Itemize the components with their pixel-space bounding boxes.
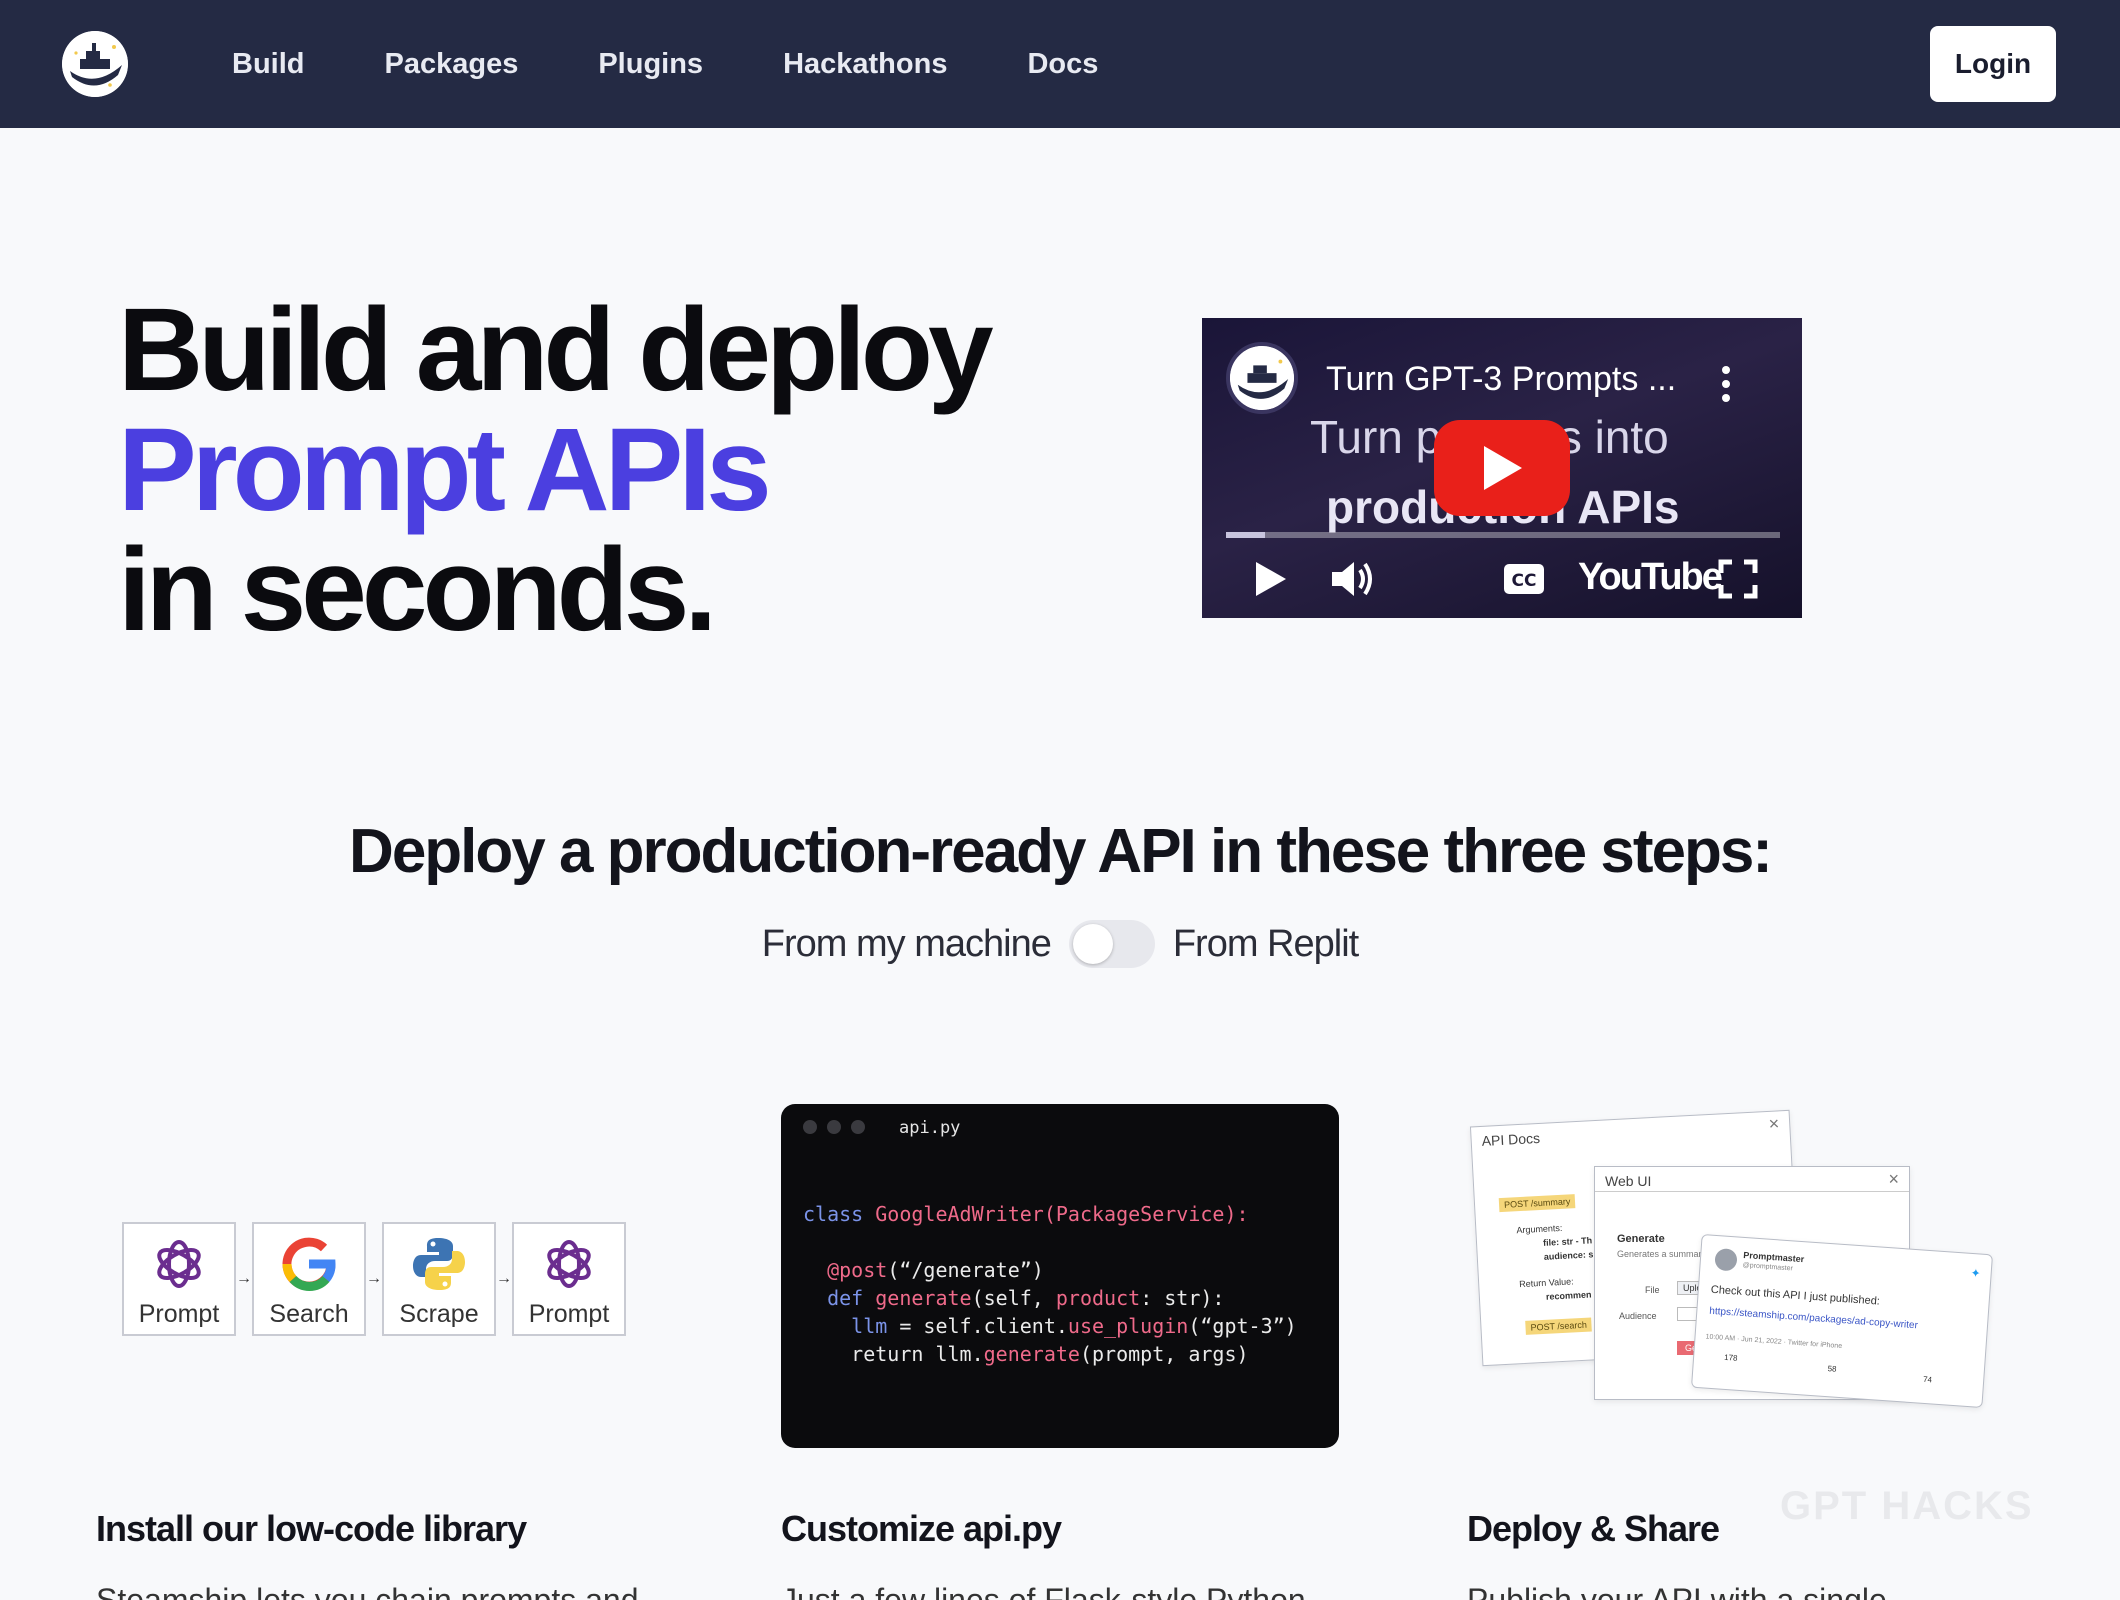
step-2-title: Customize api.py: [781, 1508, 1062, 1549]
chain-card-label: Scrape: [399, 1300, 479, 1328]
arrow-right-icon: →: [236, 1270, 252, 1287]
top-nav: Build Packages Plugins Hackathons Docs L…: [0, 0, 2120, 128]
channel-avatar-icon[interactable]: [1226, 342, 1298, 414]
code-filename: api.py: [899, 1118, 961, 1138]
youtube-play-button[interactable]: [1434, 420, 1570, 516]
web-ui-label: Audience: [1619, 1311, 1657, 1321]
tweet-handle: @promptmaster: [1742, 1261, 1794, 1273]
docs-text: Arguments:: [1516, 1222, 1563, 1236]
volume-icon[interactable]: [1330, 554, 1376, 604]
closed-captions-icon[interactable]: CC: [1502, 554, 1546, 604]
hero: Build and deploy Prompt APIs in seconds.: [118, 290, 1078, 650]
tweet-count: 58: [1827, 1364, 1837, 1374]
login-button[interactable]: Login: [1930, 26, 2056, 102]
docs-text: file: str - Th: [1542, 1235, 1593, 1248]
source-toggle-row: From my machine From Replit: [0, 920, 2120, 968]
chain-card-prompt-1: Prompt: [122, 1222, 236, 1336]
chain-card-label: Prompt: [528, 1300, 610, 1328]
video-title[interactable]: Turn GPT-3 Prompts ...: [1326, 360, 1676, 399]
hero-line-2: Prompt APIs: [118, 404, 772, 536]
close-icon: ×: [1768, 1113, 1780, 1134]
steps-heading: Deploy a production-ready API in these t…: [349, 817, 1773, 886]
chain-card-label: Search: [269, 1300, 349, 1328]
fullscreen-icon[interactable]: [1718, 554, 1758, 604]
chain-card-search: Search: [252, 1222, 366, 1336]
step-1-text: Steamship lets you chain prompts and: [96, 1582, 639, 1600]
twitter-bird-icon: ✦: [1970, 1265, 1982, 1281]
video-progress-bar[interactable]: [1226, 532, 1780, 538]
endpoint-tag: POST /search: [1525, 1317, 1593, 1335]
step-3-title: Deploy & Share: [1467, 1508, 1720, 1549]
tweet-count: 178: [1723, 1352, 1738, 1363]
toggle-knob: [1072, 924, 1113, 964]
docs-text: recommen: [1545, 1289, 1592, 1302]
nav-link-build[interactable]: Build: [232, 48, 305, 81]
chain-card-prompt-2: Prompt: [512, 1222, 626, 1336]
web-ui-heading: Generate: [1617, 1233, 1665, 1245]
code-window: api.py class GoogleAdWriter(PackageServi…: [781, 1104, 1339, 1448]
web-ui-label: File: [1645, 1285, 1660, 1295]
tweet-count: 74: [1922, 1374, 1933, 1385]
play-triangle-icon: [1484, 446, 1522, 490]
docs-text: Return Value:: [1518, 1276, 1574, 1290]
openai-icon: [157, 1240, 201, 1288]
nav-link-docs[interactable]: Docs: [1027, 48, 1098, 81]
nav-link-plugins[interactable]: Plugins: [598, 48, 703, 81]
watermark: GPT HACKS: [1780, 1484, 2034, 1528]
steamship-logo-icon[interactable]: [62, 31, 128, 97]
video-progress-fill: [1226, 532, 1265, 538]
docs-text: audience: s: [1543, 1249, 1594, 1262]
tweet-link: https://steamship.com/packages/ad-copy-w…: [1708, 1305, 1919, 1332]
avatar: [1714, 1248, 1738, 1272]
youtube-brand[interactable]: YouTube: [1578, 556, 1723, 599]
chain-card-scrape: Scrape: [382, 1222, 496, 1336]
tweet-card: Promptmaster @promptmaster ✦ Check out t…: [1690, 1234, 1994, 1408]
toggle-label-machine[interactable]: From my machine: [762, 923, 1052, 966]
chain-card-label: Prompt: [138, 1300, 220, 1328]
youtube-video-embed[interactable]: Turn prompts into production APIs Turn G…: [1202, 318, 1802, 618]
arrow-right-icon: →: [496, 1270, 512, 1287]
web-ui-title: Web UI: [1605, 1173, 1652, 1189]
source-toggle-switch[interactable]: [1068, 920, 1155, 968]
play-icon[interactable]: [1254, 554, 1288, 604]
more-options-icon[interactable]: [1722, 366, 1732, 406]
arrow-right-icon: →: [366, 1270, 382, 1287]
hero-line-3: in seconds.: [118, 524, 717, 656]
python-icon: [413, 1238, 465, 1290]
close-icon: ×: [1888, 1169, 1899, 1189]
toggle-label-replit[interactable]: From Replit: [1173, 923, 1359, 966]
tweet-meta: 10:00 AM · Jun 21, 2022 · Twitter for iP…: [1705, 1333, 1843, 1351]
hero-line-1: Build and deploy: [118, 284, 994, 416]
prompt-chain-diagram: Prompt → Search → Scrape → Prompt: [122, 1222, 626, 1336]
endpoint-tag: POST /summary: [1498, 1194, 1576, 1213]
step-1-title: Install our low-code library: [96, 1508, 527, 1549]
nav-link-hackathons[interactable]: Hackathons: [783, 48, 947, 81]
svg-text:CC: CC: [1512, 571, 1537, 591]
tweet-text: Check out this API I just published:: [1710, 1283, 1881, 1308]
deploy-share-illustration: API Docs × POST /summary Arguments: file…: [1469, 1104, 2030, 1454]
google-icon: [282, 1237, 336, 1291]
window-dots: [803, 1120, 875, 1134]
step-2-text: Just a few lines of Flask-style Python: [781, 1582, 1306, 1600]
code-block: class GoogleAdWriter(PackageService): @p…: [803, 1202, 1297, 1366]
step-3-text: Publish your API with a single: [1467, 1582, 1887, 1600]
hero-heading: Build and deploy Prompt APIs in seconds.: [118, 290, 1078, 650]
nav-link-packages[interactable]: Packages: [385, 48, 519, 81]
openai-icon: [547, 1240, 591, 1288]
api-docs-title: API Docs: [1481, 1129, 1541, 1149]
nav-links: Build Packages Plugins Hackathons Docs: [232, 0, 1178, 128]
